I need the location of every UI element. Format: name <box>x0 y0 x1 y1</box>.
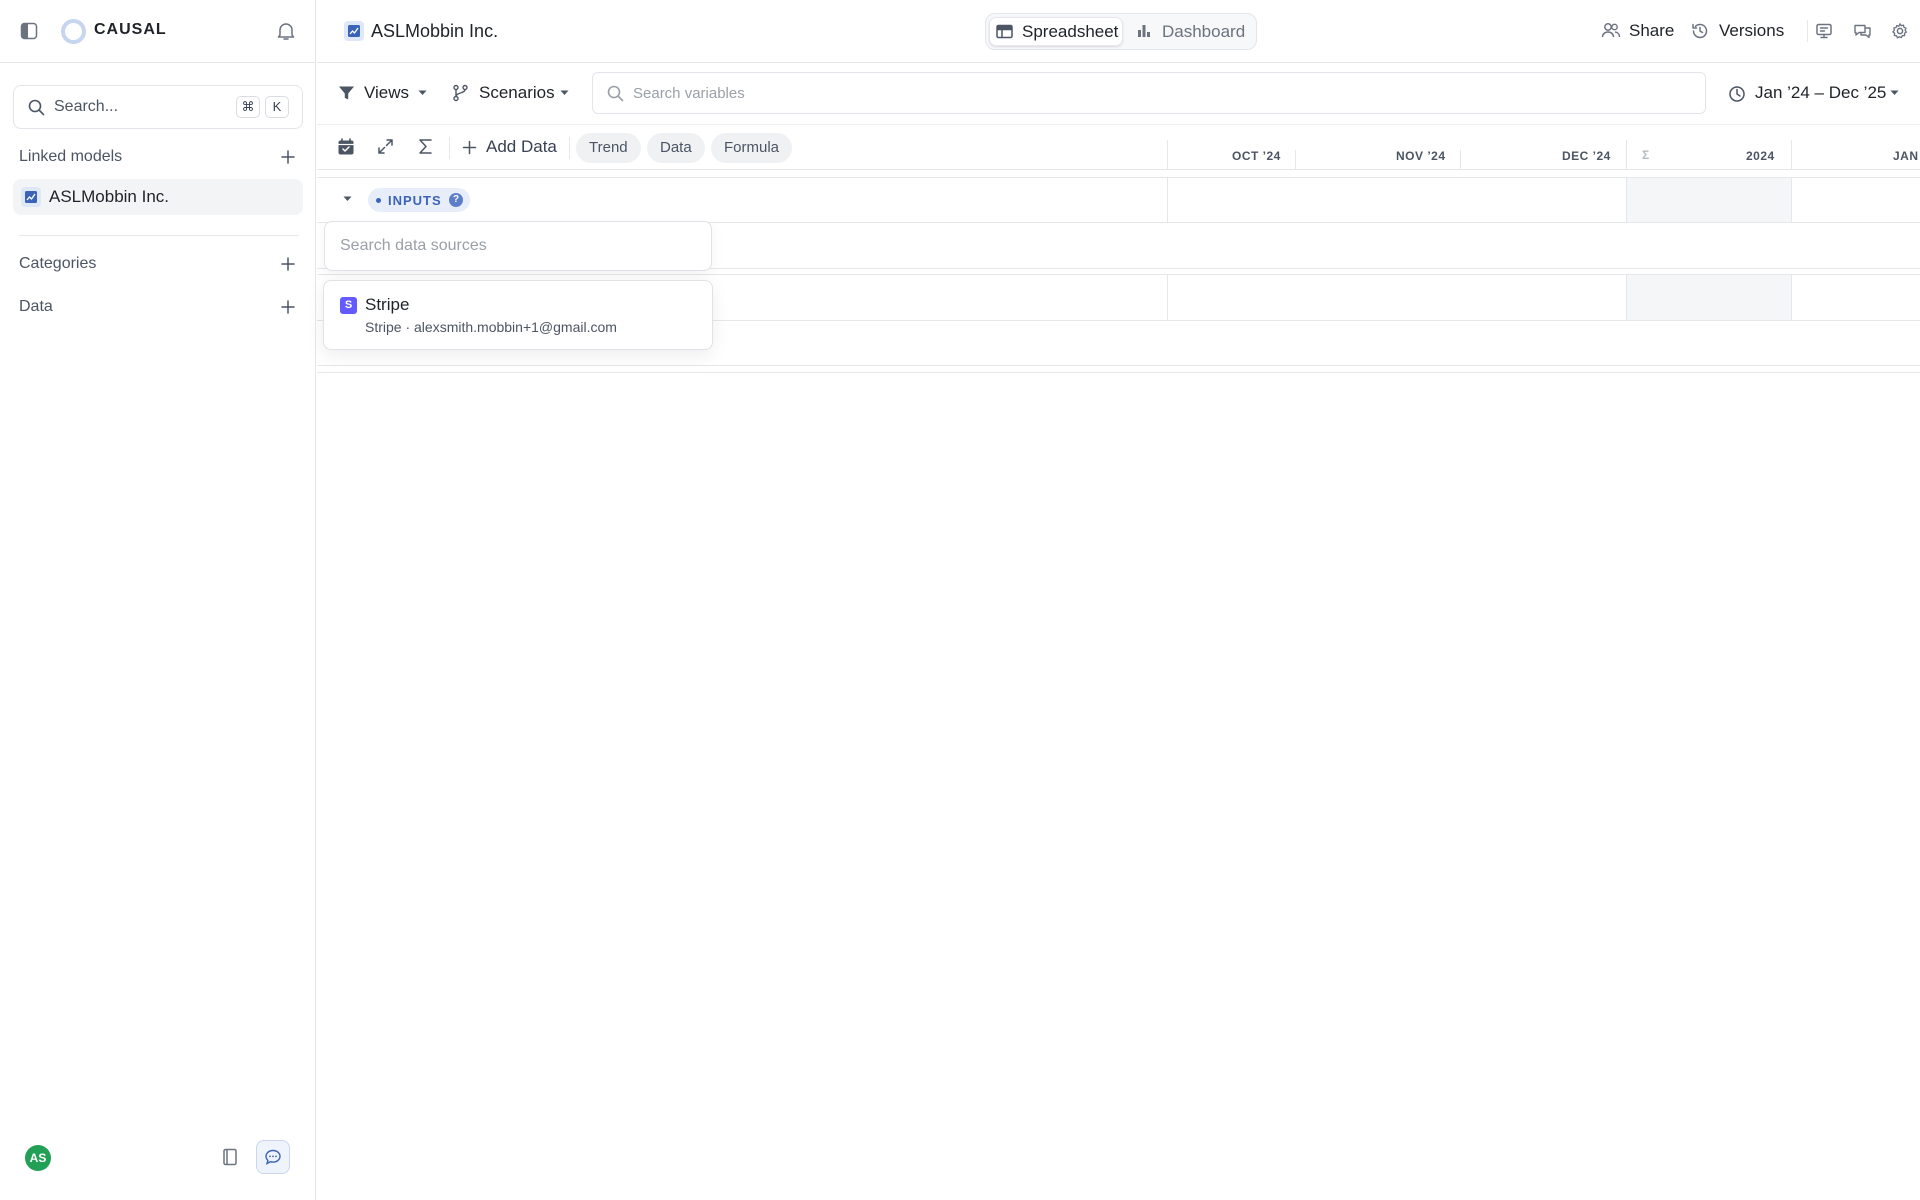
grid-divider <box>1791 140 1792 170</box>
data-source-item-stripe[interactable]: S Stripe Stripe · alexsmith.mobbin+1@gma… <box>323 280 713 350</box>
users-icon <box>1601 22 1621 38</box>
sidebar-divider <box>19 235 299 236</box>
column-header-2024[interactable]: 2024 <box>1746 149 1775 163</box>
shortcut-k-key: K <box>265 96 289 118</box>
grid-divider <box>1460 150 1461 170</box>
model-chart-icon <box>21 187 41 207</box>
year-total-cell <box>1626 275 1791 320</box>
expand-icon[interactable] <box>377 138 394 155</box>
search-variables-placeholder: Search variables <box>633 85 745 102</box>
shortcut-mod-key: ⌘ <box>236 96 260 118</box>
search-variables-input[interactable]: Search variables <box>592 72 1706 114</box>
inputs-group-badge[interactable]: INPUTS ? <box>368 188 470 212</box>
comments-icon[interactable] <box>1853 22 1872 40</box>
share-button[interactable]: Share <box>1629 21 1674 41</box>
versions-button[interactable]: Versions <box>1719 21 1784 41</box>
sidebar-header: CAUSAL <box>0 0 316 63</box>
views-dropdown[interactable]: Views <box>364 83 409 103</box>
data-source-name: Stripe <box>365 295 410 314</box>
grid-divider <box>1791 178 1792 222</box>
tab-dashboard[interactable]: Dashboard <box>1162 22 1245 42</box>
calendar-check-icon[interactable] <box>337 138 355 156</box>
toolbar-divider <box>449 137 450 159</box>
linked-model-item[interactable]: ASLMobbin Inc. <box>13 179 303 215</box>
date-range-dropdown[interactable]: Jan ’24 – Dec ’25 <box>1755 83 1886 103</box>
view-switcher: Spreadsheet Dashboard <box>985 13 1257 50</box>
user-avatar[interactable]: AS <box>25 1145 51 1171</box>
sigma-icon[interactable] <box>418 138 433 155</box>
grid-divider <box>1167 178 1168 222</box>
search-icon <box>607 85 624 102</box>
sidebar-search-input[interactable]: Search... ⌘ K <box>13 85 303 129</box>
formula-chip[interactable]: Formula <box>711 133 793 163</box>
add-linked-model-icon[interactable] <box>279 148 297 166</box>
column-header-oct[interactable]: OCT ’24 <box>1232 149 1281 163</box>
model-chart-icon <box>344 21 364 41</box>
grid-divider <box>1295 150 1296 170</box>
chat-assistant-button[interactable] <box>256 1140 290 1174</box>
scenarios-dropdown[interactable]: Scenarios <box>479 83 555 103</box>
add-data-button[interactable]: Add Data <box>486 137 557 157</box>
tab-spreadsheet-label[interactable]: Spreadsheet <box>1022 22 1118 42</box>
bell-icon[interactable] <box>277 21 295 41</box>
column-header-dec[interactable]: DEC ’24 <box>1562 149 1611 163</box>
caret-down-icon <box>418 90 427 96</box>
model-title[interactable]: ASLMobbin Inc. <box>371 21 498 42</box>
data-heading[interactable]: Data <box>19 298 53 316</box>
history-icon <box>1691 22 1709 40</box>
gear-icon[interactable] <box>1891 22 1909 40</box>
filter-icon <box>338 85 355 101</box>
caret-down-icon <box>560 90 569 96</box>
data-source-search-placeholder: Search data sources <box>340 237 487 254</box>
top-bar: ASLMobbin Inc. Spreadsheet Dashboard Sha… <box>317 0 1920 63</box>
table-icon <box>996 24 1013 39</box>
sidebar: CAUSAL Search... ⌘ K Linked models ASLMo… <box>0 0 316 1200</box>
data-source-detail: Stripe · alexsmith.mobbin+1@gmail.com <box>365 319 617 335</box>
presentation-icon[interactable] <box>1815 22 1833 40</box>
year-total-cell <box>1626 178 1791 222</box>
causal-logo-icon <box>61 19 86 44</box>
linked-models-heading: Linked models <box>19 148 123 165</box>
column-header-nov[interactable]: NOV ’24 <box>1396 149 1446 163</box>
grid-divider <box>1626 178 1627 222</box>
app-logo-text: CAUSAL <box>94 21 167 38</box>
toolbar-divider <box>569 137 570 159</box>
sidebar-toggle-icon[interactable] <box>20 22 38 40</box>
sum-column-icon: Σ <box>1642 148 1650 162</box>
grid-divider <box>1791 275 1792 320</box>
inputs-group-label: INPUTS <box>388 193 442 208</box>
plus-icon <box>462 140 477 155</box>
grid-divider <box>1626 140 1627 170</box>
grid-row-border <box>317 365 1920 366</box>
grid-divider <box>1626 275 1627 320</box>
add-category-icon[interactable] <box>279 255 297 273</box>
topbar-divider <box>1807 20 1808 42</box>
bar-chart-icon <box>1136 23 1152 39</box>
trend-chip[interactable]: Trend <box>576 133 641 163</box>
data-chip[interactable]: Data <box>647 133 705 163</box>
stripe-logo-icon: S <box>340 297 357 314</box>
grid-divider <box>1167 275 1168 320</box>
branch-icon <box>452 84 469 102</box>
column-header-next[interactable]: JAN <box>1893 149 1919 163</box>
caret-down-icon <box>1890 90 1899 96</box>
data-source-search-input[interactable]: Search data sources <box>324 221 712 271</box>
grid-divider <box>1167 140 1168 170</box>
categories-heading[interactable]: Categories <box>19 255 96 273</box>
search-icon <box>28 99 45 116</box>
clock-icon <box>1728 85 1746 103</box>
group-dot <box>376 198 381 203</box>
linked-model-label: ASLMobbin Inc. <box>49 187 170 206</box>
collapse-caret-icon[interactable] <box>343 196 352 202</box>
add-data-icon[interactable] <box>279 298 297 316</box>
book-icon[interactable] <box>222 1148 238 1166</box>
chat-bubble-icon <box>265 1149 281 1165</box>
grid-toolbar: Add Data Trend Data Formula OCT ’24 NOV … <box>317 124 1920 170</box>
help-icon[interactable]: ? <box>449 193 463 207</box>
grid-row-border <box>317 372 1920 373</box>
search-placeholder: Search... <box>54 98 119 115</box>
